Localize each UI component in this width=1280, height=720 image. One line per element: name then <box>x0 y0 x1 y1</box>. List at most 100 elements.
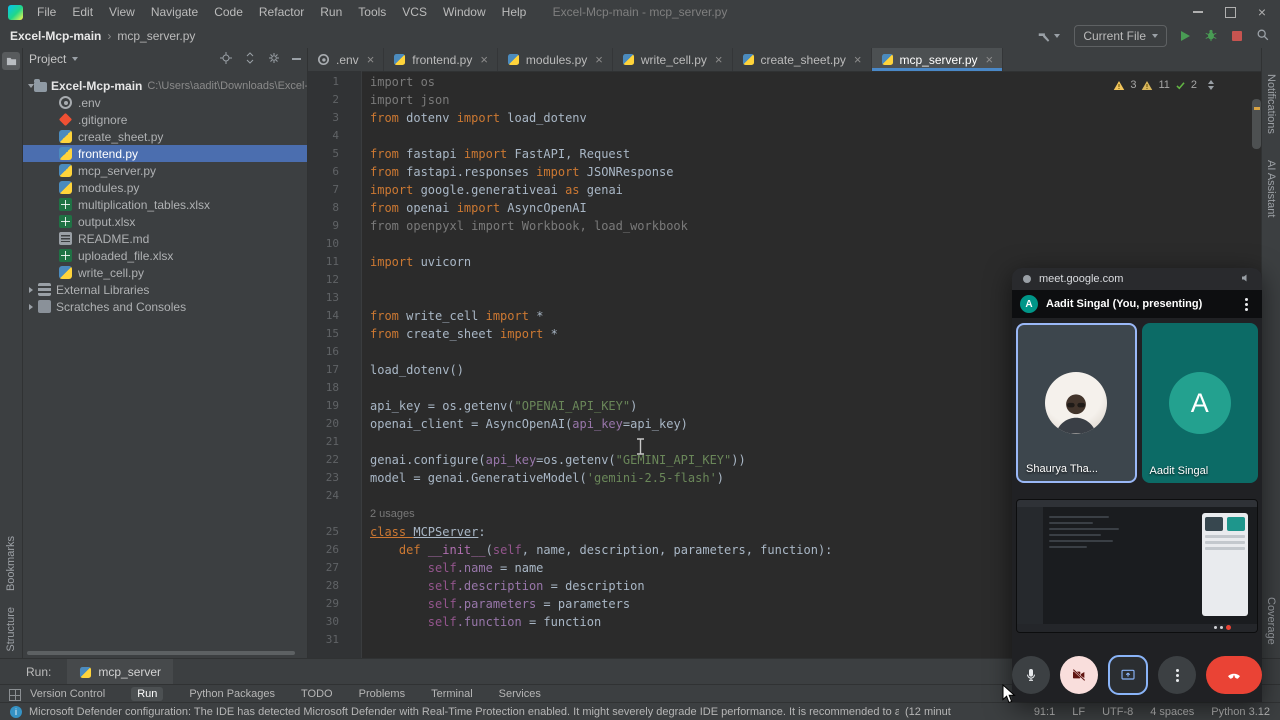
tab-write-cell.py[interactable]: write_cell.py × <box>613 48 733 71</box>
tab-mcp-server.py[interactable]: mcp_server.py × <box>871 48 1004 71</box>
toolwindow-button-coverage[interactable]: Coverage <box>1265 597 1277 645</box>
presenter-banner[interactable]: A Aadit Singal (You, presenting) <box>1012 290 1262 318</box>
file-name: multiplication_tables.xlsx <box>78 197 211 212</box>
more-options-button[interactable] <box>1158 656 1196 694</box>
git-file-icon <box>58 112 73 127</box>
project-file-.env[interactable]: .env <box>23 94 307 111</box>
run-tab-mcp-server[interactable]: mcp_server <box>67 659 174 685</box>
menu-run[interactable]: Run <box>312 2 350 22</box>
run-button[interactable] <box>1181 31 1190 41</box>
menu-code[interactable]: Code <box>206 2 251 22</box>
screenshare-preview[interactable] <box>1016 499 1258 633</box>
statusbar-widgets: 91:1 LF UTF-8 4 spaces Python 3.12 <box>1034 706 1270 718</box>
minimize-icon[interactable] <box>1192 11 1203 13</box>
inspection-navigation[interactable] <box>1208 80 1214 90</box>
camera-off-button[interactable] <box>1060 656 1098 694</box>
project-toolwindow-button[interactable] <box>2 52 20 70</box>
menu-refactor[interactable]: Refactor <box>251 2 312 22</box>
project-root-row[interactable]: Excel-Mcp-main C:\Users\aadit\Downloads\E… <box>23 77 307 94</box>
breadcrumb-project[interactable]: Excel-Mcp-main <box>10 29 101 43</box>
participant-tile-shaurya[interactable]: Shaurya Tha... <box>1016 323 1137 483</box>
tab-.env[interactable]: .env × <box>308 48 385 71</box>
maximize-icon[interactable] <box>1224 6 1236 18</box>
project-node-external-libraries[interactable]: External Libraries <box>23 281 307 298</box>
debug-button[interactable] <box>1204 28 1218 45</box>
run-config-select[interactable]: Current File <box>1074 25 1167 47</box>
project-file-create-sheet.py[interactable]: create_sheet.py <box>23 128 307 145</box>
toolwindow-button-version-control[interactable]: Version Control <box>30 688 105 700</box>
line-ending[interactable]: LF <box>1072 706 1085 718</box>
project-file-write-cell.py[interactable]: write_cell.py <box>23 264 307 281</box>
menu-edit[interactable]: Edit <box>64 2 101 22</box>
toolwindow-grid-icon[interactable] <box>9 689 21 701</box>
caret-position[interactable]: 91:1 <box>1034 706 1055 718</box>
tab-create-sheet.py[interactable]: create_sheet.py × <box>733 48 872 71</box>
indent-style[interactable]: 4 spaces <box>1150 706 1194 718</box>
project-file-multiplication-tables.xlsx[interactable]: multiplication_tables.xlsx <box>23 196 307 213</box>
toolwindow-button-python-packages[interactable]: Python Packages <box>189 688 275 700</box>
presenter-label: Aadit Singal (You, presenting) <box>1046 298 1203 310</box>
project-file-output.xlsx[interactable]: output.xlsx <box>23 213 307 230</box>
file-encoding[interactable]: UTF-8 <box>1102 706 1133 718</box>
toolwindow-button-todo[interactable]: TODO <box>301 688 333 700</box>
tab-modules.py[interactable]: modules.py × <box>498 48 613 71</box>
close-icon[interactable]: × <box>715 52 723 67</box>
menu-vcs[interactable]: VCS <box>394 2 435 22</box>
search-everywhere-icon[interactable] <box>1256 28 1270 45</box>
project-file-.gitignore[interactable]: .gitignore <box>23 111 307 128</box>
project-node-scratches-and-consoles[interactable]: Scratches and Consoles <box>23 298 307 315</box>
project-horizontal-scrollbar[interactable] <box>27 651 295 655</box>
gear-icon[interactable] <box>268 52 280 67</box>
toolwindow-button-structure[interactable]: Structure <box>5 607 17 652</box>
menu-tools[interactable]: Tools <box>350 2 394 22</box>
warning-stripe-mark[interactable] <box>1254 107 1260 110</box>
microphone-button[interactable] <box>1012 656 1050 694</box>
volume-icon[interactable] <box>1240 272 1252 287</box>
menu-view[interactable]: View <box>101 2 143 22</box>
inspections-widget[interactable]: 3 11 2 <box>1113 79 1214 91</box>
participant-tile-aadit[interactable]: A Aadit Singal <box>1141 323 1258 483</box>
meet-window[interactable]: meet.google.com A Aadit Singal (You, pre… <box>1012 268 1262 702</box>
breadcrumb-file[interactable]: mcp_server.py <box>117 29 195 43</box>
close-icon[interactable]: × <box>595 52 603 67</box>
hide-panel-icon[interactable] <box>292 58 301 60</box>
python-interpreter[interactable]: Python 3.12 <box>1211 706 1270 718</box>
close-icon[interactable]: × <box>480 52 488 67</box>
usages-inlay[interactable]: 2 usages <box>361 505 415 523</box>
toolwindow-button-ai-assistant[interactable]: AI Assistant <box>1265 160 1277 217</box>
toolwindow-button-terminal[interactable]: Terminal <box>431 688 473 700</box>
close-icon[interactable]: × <box>367 52 375 67</box>
menu-window[interactable]: Window <box>435 2 494 22</box>
toolwindow-button-services[interactable]: Services <box>499 688 541 700</box>
collapse-all-icon[interactable] <box>244 51 256 67</box>
tab-frontend.py[interactable]: frontend.py × <box>384 48 498 71</box>
toolwindow-button-problems[interactable]: Problems <box>359 688 405 700</box>
project-file-frontend.py[interactable]: frontend.py <box>23 145 307 162</box>
project-file-readme.md[interactable]: README.md <box>23 230 307 247</box>
close-icon[interactable]: × <box>1258 5 1266 19</box>
toolwindow-button-run[interactable]: Run <box>131 687 164 701</box>
project-file-mcp-server.py[interactable]: mcp_server.py <box>23 162 307 179</box>
stop-button[interactable] <box>1232 31 1242 41</box>
line-number: 12 <box>325 273 339 286</box>
end-call-button[interactable] <box>1206 656 1262 694</box>
present-screen-button[interactable] <box>1108 655 1148 695</box>
tab-label: write_cell.py <box>640 52 707 67</box>
more-options-icon[interactable] <box>1245 302 1248 306</box>
locate-file-icon[interactable] <box>220 51 232 67</box>
warning-icon <box>1142 80 1153 90</box>
menu-navigate[interactable]: Navigate <box>143 2 206 22</box>
project-file-uploaded-file.xlsx[interactable]: uploaded_file.xlsx <box>23 247 307 264</box>
project-file-modules.py[interactable]: modules.py <box>23 179 307 196</box>
line-number: 15 <box>325 327 339 340</box>
close-icon[interactable]: × <box>854 52 862 67</box>
menu-help[interactable]: Help <box>494 2 535 22</box>
toolwindow-button-bookmarks[interactable]: Bookmarks <box>5 536 17 591</box>
build-hammer-icon[interactable] <box>1037 29 1061 43</box>
line-number: 26 <box>325 543 339 556</box>
status-message[interactable]: Microsoft Defender configuration: The ID… <box>29 706 899 718</box>
close-icon[interactable]: × <box>986 52 994 67</box>
toolwindow-button-notifications[interactable]: Notifications <box>1265 74 1277 134</box>
project-panel-title[interactable]: Project <box>29 52 66 66</box>
menu-file[interactable]: File <box>29 2 64 22</box>
